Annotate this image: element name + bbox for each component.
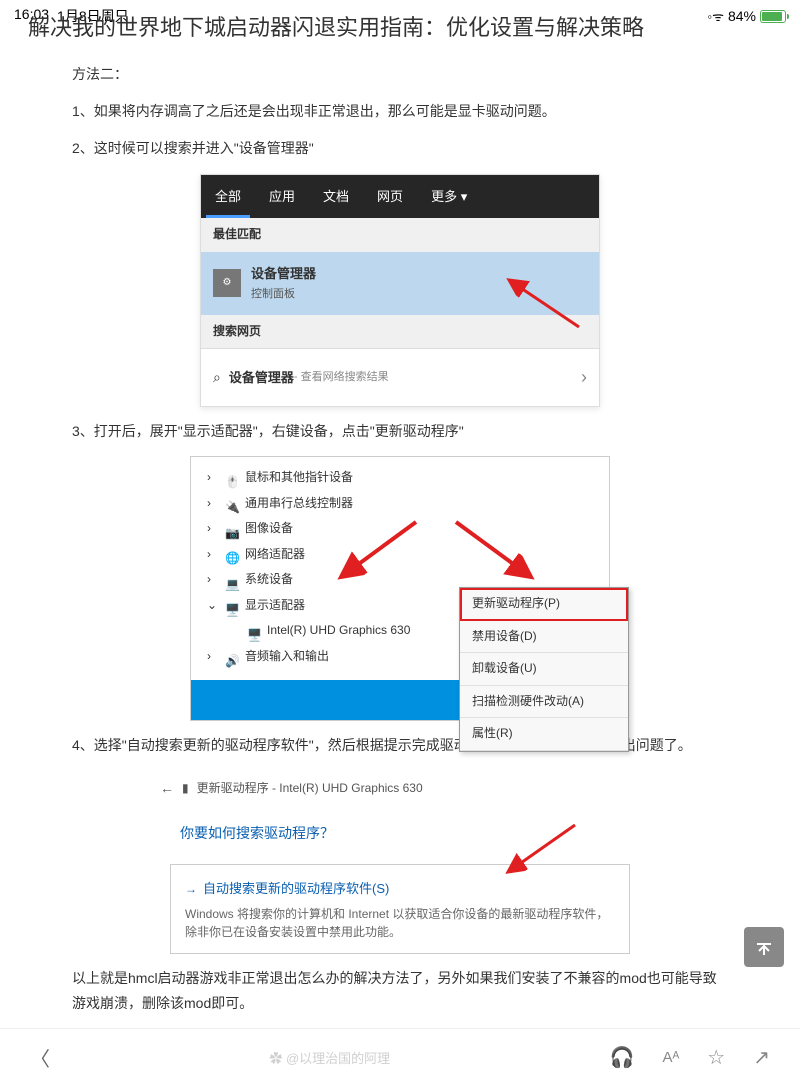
bookmark-icon[interactable]: ☆: [707, 1045, 725, 1070]
web-search-term: 设备管理器: [229, 366, 294, 389]
menu-update-driver[interactable]: 更新驱动程序(P): [460, 588, 628, 621]
menu-scan[interactable]: 扫描检测硬件改动(A): [460, 686, 628, 719]
web-search-suffix: - 查看网络搜索结果: [294, 368, 389, 388]
share-icon[interactable]: ↗: [753, 1045, 770, 1070]
annotation-arrow: [500, 820, 580, 880]
watermark: ✿ @以理治国的阿理: [269, 1048, 390, 1067]
arrow-up-icon: [754, 937, 774, 957]
device-manager-mock: 🖱️鼠标和其他指针设备 🔌通用串行总线控制器 📷图像设备 🌐网络适配器 💻系统设…: [190, 456, 610, 721]
result-title: 设备管理器: [251, 262, 316, 285]
method-heading: 方法二：: [72, 62, 728, 87]
search-icon: ⌕: [213, 365, 221, 390]
step-text: 3、打开后，展开"显示适配器"，右键设备，点击"更新驱动程序": [72, 419, 728, 444]
result-subtitle: 控制面板: [251, 285, 316, 305]
back-icon[interactable]: ←: [160, 776, 174, 801]
search-tab-all[interactable]: 全部: [201, 175, 255, 218]
update-driver-dialog: ← ▮ 更新驱动程序 - Intel(R) UHD Graphics 630 你…: [160, 770, 640, 954]
option-title: 自动搜索更新的驱动程序软件(S): [203, 881, 389, 896]
search-tab-apps[interactable]: 应用: [255, 175, 309, 218]
step-text: 4、选择"自动搜索更新的驱动程序软件"，然后根据提示完成驱动更新就可以解决非正常…: [72, 733, 728, 758]
menu-properties[interactable]: 属性(R): [460, 718, 628, 751]
menu-disable[interactable]: 禁用设备(D): [460, 621, 628, 654]
menu-uninstall[interactable]: 卸载设备(U): [460, 653, 628, 686]
arrow-right-icon: →: [185, 882, 197, 896]
chevron-right-icon: ›: [581, 361, 587, 393]
annotation-arrow: [451, 517, 541, 587]
annotation-arrow: [499, 272, 589, 332]
article-content: 方法二： 1、如果将内存调高了之后还是会出现非正常退出，那么可能是显卡驱动问题。…: [0, 62, 800, 1016]
device-manager-icon: ⚙: [213, 269, 241, 297]
tree-item[interactable]: 🖱️鼠标和其他指针设备: [191, 465, 609, 491]
option-desc: Windows 将搜索你的计算机和 Internet 以获取适合你设备的最新驱动…: [185, 905, 615, 941]
step-text: 1、如果将内存调高了之后还是会出现非正常退出，那么可能是显卡驱动问题。: [72, 99, 728, 124]
windows-search-mock: 全部 应用 文档 网页 更多 ▾ 最佳匹配 ⚙ 设备管理器 控制面板 搜索网页 …: [200, 174, 600, 407]
bottom-bar: 〈 ✿ @以理治国的阿理 🎧 Aᴬ ☆ ↗: [0, 1028, 800, 1086]
back-button[interactable]: 〈: [30, 1043, 50, 1072]
headphone-icon[interactable]: 🎧: [610, 1045, 635, 1070]
best-match-label: 最佳匹配: [201, 218, 599, 252]
annotation-arrow: [331, 517, 421, 587]
web-search-item[interactable]: ⌕ 设备管理器 - 查看网络搜索结果 ›: [201, 348, 599, 405]
summary-text: 以上就是hmcl启动器游戏非正常退出怎么办的解决方法了，另外如果我们安装了不兼容…: [72, 966, 728, 1016]
dialog-title: 更新驱动程序 - Intel(R) UHD Graphics 630: [197, 778, 423, 800]
search-tab-web[interactable]: 网页: [363, 175, 417, 218]
tree-item[interactable]: 🔌通用串行总线控制器: [191, 491, 609, 517]
page-title: 解决我的世界地下城启动器闪退实用指南：优化设置与解决策略: [0, 10, 800, 50]
context-menu: 更新驱动程序(P) 禁用设备(D) 卸载设备(U) 扫描检测硬件改动(A) 属性…: [459, 587, 629, 752]
search-result-item[interactable]: ⚙ 设备管理器 控制面板: [201, 252, 599, 315]
scroll-top-button[interactable]: [744, 927, 784, 967]
step-text: 2、这时候可以搜索并进入"设备管理器": [72, 136, 728, 161]
search-tab-docs[interactable]: 文档: [309, 175, 363, 218]
font-size-icon[interactable]: Aᴬ: [662, 1049, 679, 1066]
search-tab-more[interactable]: 更多 ▾: [417, 175, 481, 218]
